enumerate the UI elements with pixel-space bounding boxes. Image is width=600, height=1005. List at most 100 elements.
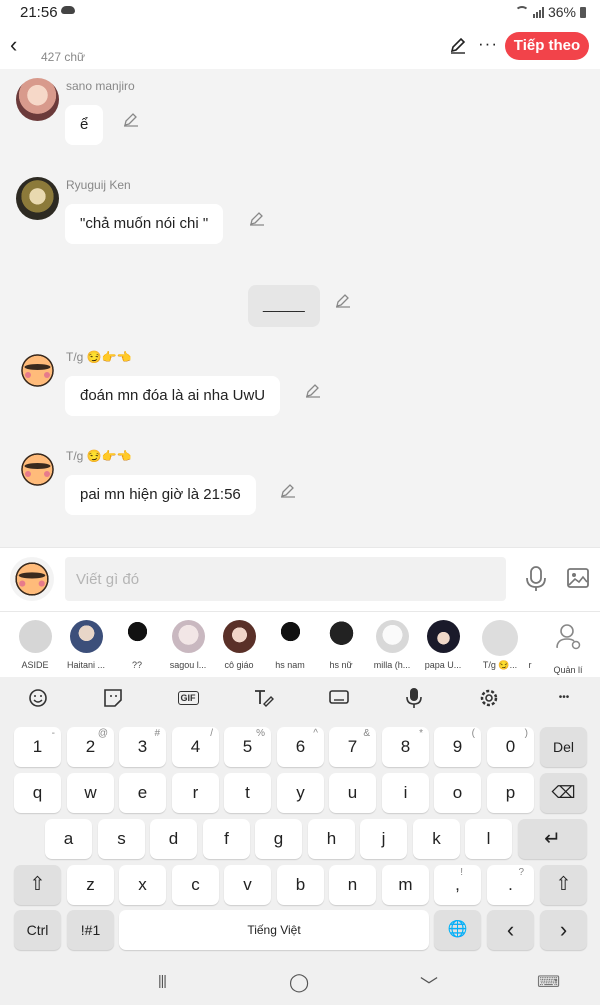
mic-icon[interactable]: [402, 686, 426, 710]
key-o[interactable]: o: [434, 773, 481, 813]
image-icon[interactable]: [567, 568, 589, 588]
key-h[interactable]: h: [308, 819, 355, 859]
delete-key[interactable]: Del: [540, 727, 587, 767]
message-bubble[interactable]: "chả muốn nói chi ": [65, 204, 224, 244]
key-0[interactable]: 0): [487, 727, 534, 767]
key-e[interactable]: e: [119, 773, 166, 813]
character-item[interactable]: r: [520, 620, 540, 670]
status-bar: 21:56 36%: [0, 0, 600, 26]
cursor-right-key[interactable]: ›: [540, 910, 587, 950]
key-7[interactable]: 7 &: [329, 727, 376, 767]
key-s[interactable]: s: [98, 819, 145, 859]
shift-key-right[interactable]: ⇧: [540, 865, 587, 905]
key-p[interactable]: p: [487, 773, 534, 813]
handwriting-icon[interactable]: [251, 686, 275, 710]
next-button[interactable]: Tiếp theo: [505, 32, 589, 60]
key-l[interactable]: l: [465, 819, 512, 859]
key-i[interactable]: i: [382, 773, 429, 813]
enter-key[interactable]: ↵: [518, 819, 587, 859]
recent-apps-icon[interactable]: |||: [158, 972, 167, 988]
character-item[interactable]: Haitani ...: [61, 620, 111, 670]
key-u[interactable]: u: [329, 773, 376, 813]
key-4[interactable]: 4/: [172, 727, 219, 767]
keyboard-icon[interactable]: [327, 686, 351, 710]
globe-key[interactable]: 🌐: [434, 910, 481, 950]
sticker-icon[interactable]: [101, 686, 125, 710]
status-time: 21:56: [20, 4, 58, 21]
key-n[interactable]: n: [329, 865, 376, 905]
key-period[interactable]: .?: [487, 865, 534, 905]
message-bubble[interactable]: đoán mn đóa là ai nha UwU: [65, 376, 281, 416]
character-item[interactable]: milla (h...: [367, 620, 417, 670]
keyboard-switch-icon[interactable]: ⌨: [537, 972, 560, 992]
pen-icon[interactable]: [449, 36, 467, 54]
key-k[interactable]: k: [413, 819, 460, 859]
more-options-icon[interactable]: ···: [478, 34, 498, 54]
key-v[interactable]: v: [224, 865, 271, 905]
gif-icon[interactable]: GIF: [176, 686, 200, 710]
key-y[interactable]: y: [277, 773, 324, 813]
key-2[interactable]: 2 @: [67, 727, 114, 767]
key-t[interactable]: t: [224, 773, 271, 813]
ctrl-key[interactable]: Ctrl: [14, 910, 61, 950]
key-8[interactable]: 8 *: [382, 727, 429, 767]
message-bubble[interactable]: ể: [65, 105, 104, 145]
key-d[interactable]: d: [150, 819, 197, 859]
key-q[interactable]: q: [14, 773, 61, 813]
key-f[interactable]: f: [203, 819, 250, 859]
avatar: [120, 620, 154, 653]
key-w[interactable]: w: [67, 773, 114, 813]
edit-icon[interactable]: [123, 111, 139, 127]
emoji-icon[interactable]: [26, 686, 50, 710]
avatar[interactable]: [16, 448, 59, 491]
current-character-avatar[interactable]: [10, 557, 54, 601]
key-j[interactable]: j: [360, 819, 407, 859]
key-5[interactable]: 5%: [224, 727, 271, 767]
key-x[interactable]: x: [119, 865, 166, 905]
message-bubble[interactable]: pai mn hiện giờ là 21:56: [65, 475, 256, 515]
key-6[interactable]: 6 ^: [277, 727, 324, 767]
key-a[interactable]: a: [45, 819, 92, 859]
space-key[interactable]: Tiếng Việt: [119, 910, 429, 950]
microphone-icon[interactable]: [525, 566, 547, 592]
message-input[interactable]: [65, 557, 506, 601]
shift-key[interactable]: ⇧: [14, 865, 61, 905]
key-3[interactable]: 3 #: [119, 727, 166, 767]
more-icon[interactable]: •••: [552, 686, 576, 710]
edit-icon[interactable]: [335, 292, 351, 308]
key-9[interactable]: 9(: [434, 727, 481, 767]
character-item[interactable]: ??: [112, 620, 162, 670]
keyboard: GIF ••• 1- 2 @ 3 # 4/ 5% 6 ^ 7 & 8 * 9( 0) De…: [0, 677, 600, 960]
character-item[interactable]: sagou l...: [163, 620, 213, 670]
avatar[interactable]: [16, 78, 59, 121]
key-1[interactable]: 1-: [14, 727, 61, 767]
symbols-key[interactable]: !#1: [67, 910, 114, 950]
character-item[interactable]: hs nam: [265, 620, 315, 670]
character-item[interactable]: papa U...: [418, 620, 468, 670]
back-icon[interactable]: ‹: [10, 34, 17, 56]
character-item-selected[interactable]: T/g 😏...: [475, 620, 525, 671]
avatar[interactable]: [16, 349, 59, 392]
edit-icon[interactable]: [280, 482, 296, 498]
manage-characters[interactable]: Quản lí: [543, 620, 593, 675]
edit-icon[interactable]: [305, 382, 321, 398]
home-icon[interactable]: ◯: [289, 972, 309, 993]
navigation-bar: ||| ◯ ﹀ ⌨: [0, 960, 600, 1005]
key-r[interactable]: r: [172, 773, 219, 813]
aside-bubble[interactable]: _____: [248, 285, 320, 327]
character-item[interactable]: cô giáo: [214, 620, 264, 670]
character-aside[interactable]: ASIDE: [10, 620, 60, 670]
key-c[interactable]: c: [172, 865, 219, 905]
key-b[interactable]: b: [277, 865, 324, 905]
key-comma[interactable]: ,!: [434, 865, 481, 905]
key-z[interactable]: z: [67, 865, 114, 905]
edit-icon[interactable]: [249, 210, 265, 226]
backspace-key[interactable]: ⌫: [540, 773, 587, 813]
avatar[interactable]: [16, 177, 59, 220]
character-item[interactable]: hs nữ: [316, 620, 366, 670]
hide-keyboard-icon[interactable]: ﹀: [420, 972, 438, 998]
key-m[interactable]: m: [382, 865, 429, 905]
settings-icon[interactable]: [477, 686, 501, 710]
cursor-left-key[interactable]: ‹: [487, 910, 534, 950]
key-g[interactable]: g: [255, 819, 302, 859]
